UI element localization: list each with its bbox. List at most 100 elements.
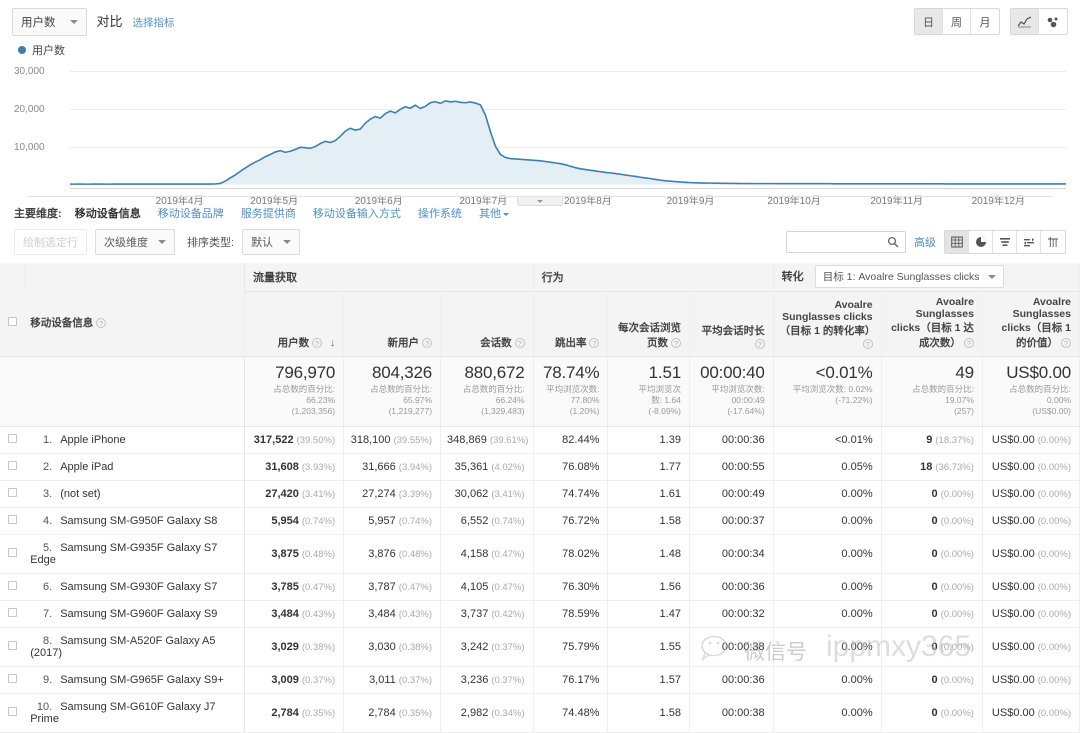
table-row[interactable]: 3. (not set) 27,420 (3.41%) 27,274 (3.39%) 30,…	[0, 480, 1080, 508]
row-device-name[interactable]: Samsung SM-G960F Galaxy S9	[60, 608, 217, 620]
row-device-name[interactable]: Samsung SM-G935F Galaxy S7 Edge	[30, 542, 217, 566]
dimension-device-brand[interactable]: 移动设备品牌	[158, 208, 224, 220]
row-dimension-cell: 3. (not set)	[24, 480, 246, 508]
row-new-users: 5,957 (0.74%)	[343, 507, 442, 535]
advanced-link[interactable]: 高级	[914, 234, 936, 250]
table-view-icon[interactable]	[945, 231, 969, 253]
table-row[interactable]: 1. Apple iPhone 317,522 (39.50%) 318,100 (39.…	[0, 426, 1080, 454]
column-header-new-users[interactable]: 新用户?	[343, 290, 442, 356]
table-row[interactable]: 8. Samsung SM-A520F Galaxy A5 (2017) 3,029…	[0, 627, 1080, 667]
search-input[interactable]	[787, 236, 881, 248]
row-device-name[interactable]: Apple iPhone	[60, 434, 125, 446]
row-checkbox[interactable]	[0, 693, 25, 733]
help-icon[interactable]: ?	[514, 337, 525, 348]
help-icon[interactable]: ?	[589, 337, 600, 348]
row-checkbox[interactable]	[0, 534, 25, 574]
table-row[interactable]: 5. Samsung SM-G935F Galaxy S7 Edge 3,875 (0…	[0, 534, 1080, 574]
column-header-goal-conversion-rate[interactable]: Avoalre Sunglasses clicks（目标 1 的转化率）?	[773, 290, 882, 356]
row-new-users: 318,100 (39.55%)	[343, 426, 442, 454]
sort-desc-icon[interactable]: ↓	[330, 338, 335, 349]
row-checkbox[interactable]	[0, 627, 25, 667]
column-header-device-info[interactable]: 移动设备信息?	[24, 291, 246, 356]
row-checkbox[interactable]	[0, 507, 25, 535]
comparison-view-icon[interactable]	[1017, 231, 1041, 253]
x-tick-2: 2019年6月	[354, 196, 403, 207]
table-row[interactable]: 2. Apple iPad 31,608 (3.93%) 31,666 (3.94%) 35…	[0, 453, 1080, 481]
column-header-avg-session-duration[interactable]: 平均会话时长?	[689, 290, 774, 356]
help-icon[interactable]: ?	[422, 337, 433, 348]
x-tick-6: 2019年10月	[767, 196, 821, 207]
pivot-view-icon[interactable]	[1041, 231, 1065, 253]
column-header-sessions[interactable]: 会话数?	[440, 290, 534, 356]
table-row[interactable]: 4. Samsung SM-G950F Galaxy S8 5,954 (0.74%)…	[0, 507, 1080, 535]
row-checkbox[interactable]	[0, 453, 25, 481]
row-device-name[interactable]: Samsung SM-A520F Galaxy A5 (2017)	[30, 635, 215, 659]
column-header-pages-per-session[interactable]: 每次会话浏览页数?	[607, 290, 690, 356]
group-header-conversions-label: 转化	[781, 271, 804, 284]
table-row[interactable]: 9. Samsung SM-G965F Galaxy S9+ 3,009 (0.37%…	[0, 666, 1080, 694]
granularity-week[interactable]: 周	[943, 9, 971, 34]
dimension-other[interactable]: 其他	[479, 208, 510, 220]
row-goal-value: US$0.00 (0.00%)	[982, 534, 1080, 574]
row-goal-value: US$0.00 (0.00%)	[982, 426, 1080, 454]
goal-select[interactable]: 目标 1: Avoalre Sunglasses clicks	[814, 265, 1004, 289]
help-icon[interactable]: ?	[312, 337, 323, 348]
column-header-goal-completions[interactable]: Avoalre Sunglasses clicks（目标 1 达成次数）?	[881, 290, 983, 356]
collapse-chart-button[interactable]	[517, 197, 563, 206]
row-checkbox[interactable]	[0, 600, 25, 628]
x-tick-8: 2019年12月	[971, 196, 1025, 207]
row-device-name[interactable]: Samsung SM-G930F Galaxy S7	[60, 581, 217, 593]
help-icon[interactable]: ?	[963, 337, 974, 348]
row-sessions: 3,236 (0.37%)	[440, 666, 534, 694]
metric-select[interactable]: 用户数	[12, 8, 87, 36]
pie-view-icon[interactable]	[969, 231, 993, 253]
secondary-dimension-button[interactable]: 次级维度	[95, 229, 175, 255]
dimension-service-provider[interactable]: 服务提供商	[241, 208, 296, 220]
performance-view-icon[interactable]	[993, 231, 1017, 253]
row-device-name[interactable]: Apple iPad	[60, 461, 113, 473]
row-checkbox[interactable]	[0, 480, 25, 508]
row-avg-session-duration: 00:00:32	[689, 600, 774, 628]
checkbox-icon	[7, 706, 17, 716]
sort-type-select[interactable]: 默认	[242, 229, 301, 255]
help-icon[interactable]: ?	[862, 338, 873, 349]
row-device-name[interactable]: Samsung SM-G950F Galaxy S8	[60, 515, 217, 527]
row-goal-completions: 0 (0.00%)	[881, 534, 983, 574]
column-header-goal-value[interactable]: Avoalre Sunglasses clicks（目标 1 的价值）?	[982, 290, 1080, 356]
primary-dimension-label: 主要维度:	[14, 208, 62, 220]
column-header-bounce-rate[interactable]: 跳出率?	[533, 290, 609, 356]
row-bounce-rate: 76.17%	[533, 666, 609, 694]
row-sessions: 4,105 (0.47%)	[440, 573, 534, 601]
dimension-os[interactable]: 操作系统	[418, 208, 462, 220]
chart-plot-area: 30,000 20,000 10,000	[14, 64, 1066, 189]
table-row[interactable]: 6. Samsung SM-G930F Galaxy S7 3,785 (0.47%)…	[0, 573, 1080, 601]
row-dimension-cell: 1. Apple iPhone	[24, 426, 246, 454]
granularity-month[interactable]: 月	[971, 9, 999, 34]
row-pages-per-session: 1.58	[607, 693, 690, 733]
help-icon[interactable]: ?	[670, 337, 681, 348]
table-row[interactable]: 7. Samsung SM-G960F Galaxy S9 3,484 (0.43%)…	[0, 600, 1080, 628]
help-icon[interactable]: ?	[1061, 337, 1071, 348]
row-device-name[interactable]: Samsung SM-G965F Galaxy S9+	[60, 674, 224, 686]
select-metric-link[interactable]: 选择指标	[133, 8, 175, 30]
dimension-input-method[interactable]: 移动设备输入方式	[313, 208, 401, 220]
bubble-chart-icon[interactable]	[1039, 9, 1067, 34]
search-icon[interactable]	[881, 236, 905, 248]
select-all-checkbox[interactable]	[0, 291, 25, 356]
column-header-users[interactable]: 用户数? ↓	[244, 290, 345, 356]
dimension-other-label: 其他	[479, 208, 502, 220]
help-icon[interactable]: ?	[754, 338, 765, 349]
help-icon[interactable]: ?	[96, 317, 107, 328]
checkbox-icon	[7, 487, 17, 497]
row-checkbox[interactable]	[0, 573, 25, 601]
dimension-device-info[interactable]: 移动设备信息	[75, 208, 141, 220]
row-goal-completions: 0 (0.00%)	[881, 507, 983, 535]
table-row[interactable]: 10. Samsung SM-G610F Galaxy J7 Prime 2,784…	[0, 693, 1080, 733]
summary-subtext: 平均浏览次 数: 1.64 (-8.09%)	[638, 383, 681, 417]
row-device-name[interactable]: (not set)	[60, 488, 100, 500]
row-checkbox[interactable]	[0, 666, 25, 694]
row-pages-per-session: 1.56	[607, 573, 690, 601]
granularity-day[interactable]: 日	[915, 9, 943, 34]
row-checkbox[interactable]	[0, 426, 25, 454]
line-chart-icon[interactable]	[1011, 9, 1039, 34]
